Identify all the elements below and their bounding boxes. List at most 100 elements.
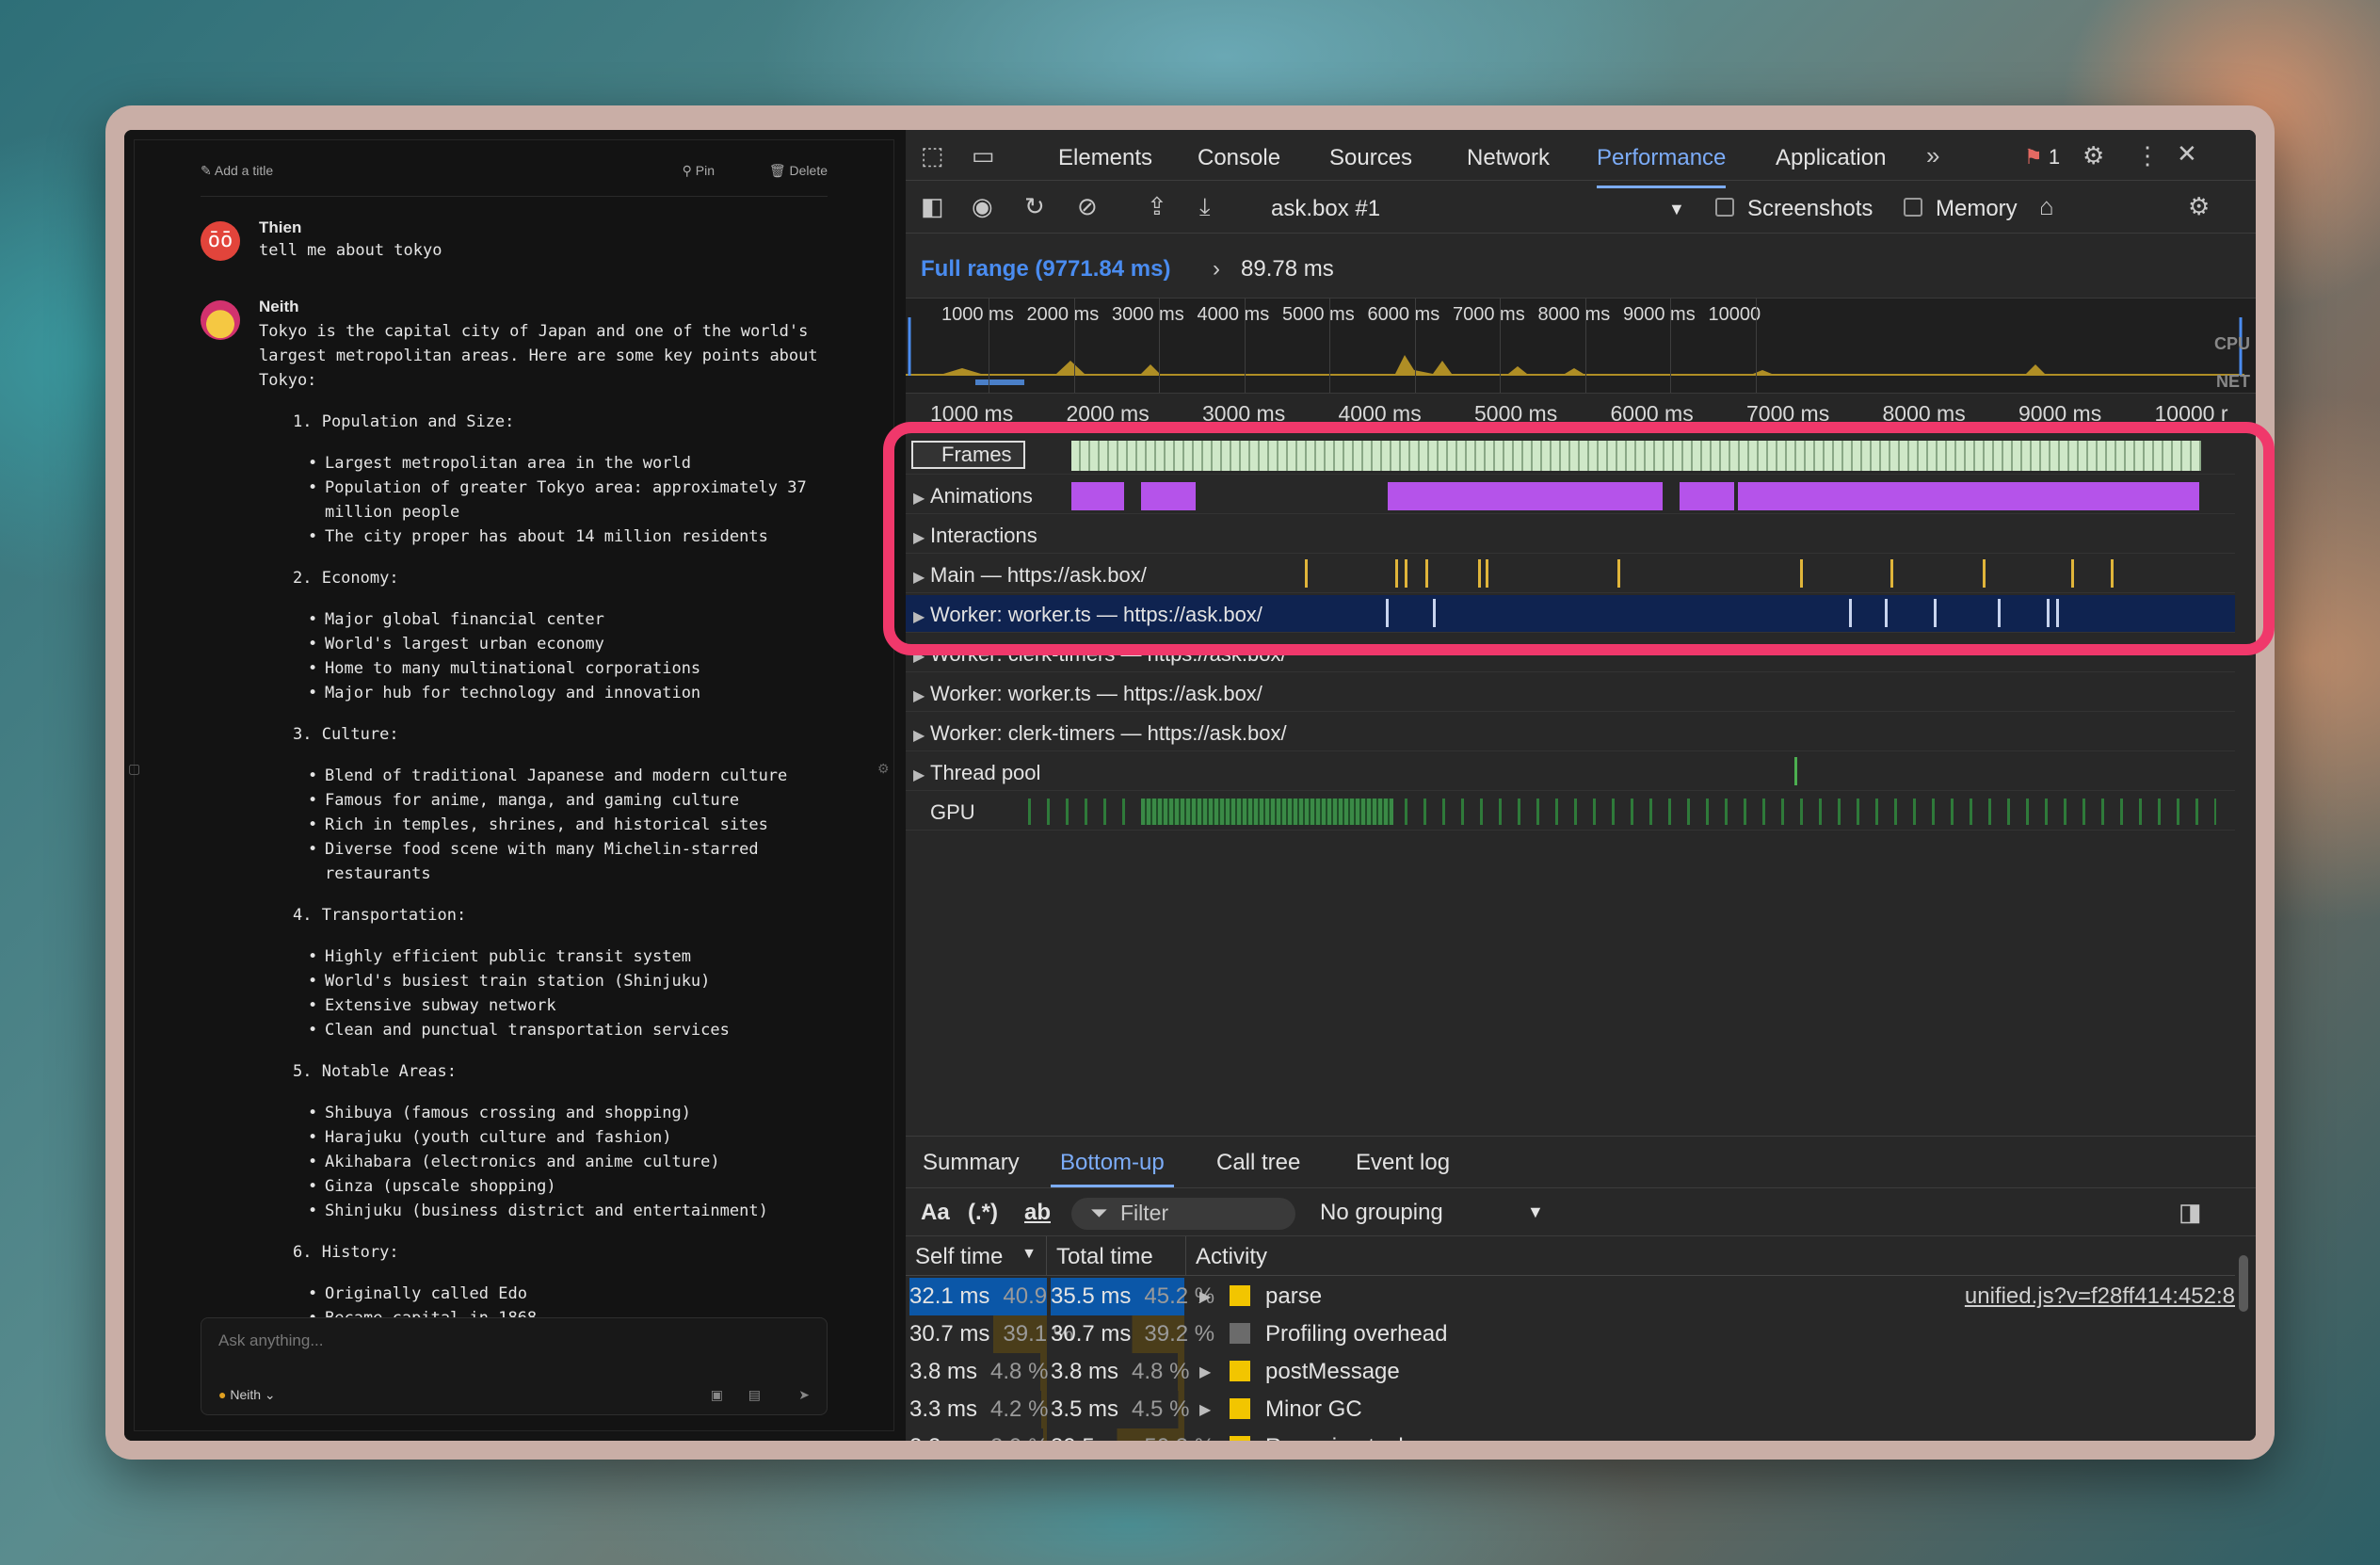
add-title-button[interactable]: ✎ Add a title: [201, 163, 273, 179]
table-row[interactable]: 2.2 ms 2.9 %39.5 ms 50.3 % Run microtasks: [906, 1428, 2235, 1441]
toggle-details-icon[interactable]: ◨: [2179, 1200, 2202, 1224]
clear-icon[interactable]: ⊘: [1077, 194, 1098, 218]
animation-bar[interactable]: [1071, 482, 1124, 510]
delete-button[interactable]: 🗑 Delete: [769, 163, 828, 179]
regex-button[interactable]: (.*): [968, 1200, 998, 1226]
kebab-menu-icon[interactable]: ⋮: [2135, 143, 2160, 168]
tab-performance[interactable]: Performance: [1597, 145, 1727, 188]
match-case-button[interactable]: Aa: [921, 1200, 950, 1226]
column-activity[interactable]: Activity: [1186, 1236, 2235, 1276]
track-row[interactable]: ▶ Thread pool: [906, 753, 2235, 791]
event-mark[interactable]: [1425, 559, 1428, 588]
send-icon[interactable]: ➤: [798, 1387, 810, 1403]
event-mark[interactable]: [2047, 599, 2050, 627]
event-mark[interactable]: [2111, 559, 2114, 588]
track-row[interactable]: ▶ Worker: worker.ts — https://ask.box/: [906, 674, 2235, 712]
whole-word-button[interactable]: ab: [1024, 1200, 1051, 1226]
memory-checkbox[interactable]: [1904, 198, 1922, 217]
screenshots-checkbox[interactable]: [1715, 198, 1734, 217]
expand-arrow-icon[interactable]: ▶: [913, 766, 930, 784]
animation-bar[interactable]: [1680, 482, 1734, 510]
track-row[interactable]: ▶ Animations: [906, 476, 2235, 514]
chat-input[interactable]: Ask anything... ● Neith ⌄ ▣ ▤ ➤: [201, 1317, 828, 1415]
event-mark[interactable]: [1305, 559, 1308, 588]
upload-icon[interactable]: ⇪: [1147, 194, 1167, 218]
inspect-element-icon[interactable]: ⬚: [921, 143, 944, 168]
device-toolbar-icon[interactable]: ▭: [972, 143, 995, 168]
tab-elements[interactable]: Elements: [1058, 145, 1152, 171]
pin-button[interactable]: ⚲ Pin: [683, 163, 715, 179]
recording-dropdown-icon[interactable]: ▼: [1668, 200, 1685, 219]
event-mark[interactable]: [1617, 559, 1620, 588]
event-mark[interactable]: [1885, 599, 1888, 627]
tab-call-tree[interactable]: Call tree: [1216, 1150, 1300, 1176]
tab-console[interactable]: Console: [1198, 145, 1280, 171]
event-mark[interactable]: [1386, 599, 1389, 627]
track-row[interactable]: ▶ Worker: worker.ts — https://ask.box/: [906, 595, 2235, 633]
close-devtools-icon[interactable]: ✕: [2177, 141, 2197, 166]
toggle-sidebar-icon[interactable]: ◧: [921, 194, 944, 218]
breadcrumb-selection[interactable]: 89.78 ms: [1241, 256, 1334, 282]
track-row[interactable]: GPU: [906, 793, 2235, 831]
expand-arrow-icon[interactable]: ▶: [913, 568, 930, 587]
issues-badge[interactable]: ⚑ 1: [2024, 145, 2060, 169]
track-row[interactable]: ▶ Main — https://ask.box/: [906, 556, 2235, 593]
event-mark[interactable]: [1890, 559, 1893, 588]
table-row[interactable]: 30.7 ms 39.1 % 30.7 ms 39.2 % Profiling over…: [906, 1315, 2235, 1353]
column-self-time[interactable]: Self time ▼: [906, 1236, 1047, 1276]
table-row[interactable]: 3.3 ms 4.2 % 3.5 ms 4.5 % ▶ Minor GC: [906, 1391, 2235, 1428]
event-mark[interactable]: [1794, 757, 1797, 785]
tab-sources[interactable]: Sources: [1329, 145, 1412, 171]
tab-application[interactable]: Application: [1776, 145, 1886, 171]
table-row[interactable]: 3.8 ms 4.8 % 3.8 ms 4.8 % ▶ postMessage: [906, 1353, 2235, 1391]
tab-network[interactable]: Network: [1467, 145, 1550, 171]
source-link[interactable]: unified.js?v=f28ff414:452:8: [1965, 1283, 2235, 1310]
expand-arrow-icon[interactable]: ▶: [913, 489, 930, 508]
event-mark[interactable]: [2056, 599, 2059, 627]
settings-gear-icon[interactable]: ⚙: [2082, 143, 2104, 168]
expand-row-icon[interactable]: ▶: [1199, 1363, 1211, 1381]
timeline-overview[interactable]: CPU NET 1000 ms 2000 ms 3000 ms 4000 ms 5000…: [906, 298, 2256, 394]
event-mark[interactable]: [1934, 599, 1937, 627]
expand-row-icon[interactable]: ▶: [1199, 1400, 1211, 1419]
event-mark[interactable]: [2071, 559, 2074, 588]
file-attach-icon[interactable]: ▤: [748, 1387, 761, 1403]
more-tabs-icon[interactable]: »: [1926, 143, 1939, 168]
event-mark[interactable]: [1395, 559, 1398, 588]
grouping-dropdown-icon[interactable]: ▼: [1527, 1202, 1544, 1222]
track-row[interactable]: Frames: [906, 437, 2235, 475]
event-mark[interactable]: [1486, 559, 1488, 588]
table-row[interactable]: 32.1 ms 40.9 % 35.5 ms 45.2 % ▶ parse unified.…: [906, 1278, 2235, 1315]
expand-arrow-icon[interactable]: ▶: [913, 726, 930, 745]
animation-bar[interactable]: [1388, 482, 1663, 510]
recording-select[interactable]: ask.box #1: [1271, 196, 1380, 222]
event-mark[interactable]: [1478, 559, 1481, 588]
table-scrollbar[interactable]: [2239, 1255, 2248, 1312]
record-icon[interactable]: ◉: [972, 194, 993, 218]
event-mark[interactable]: [1983, 559, 1986, 588]
expand-arrow-icon[interactable]: ▶: [913, 528, 930, 547]
event-mark[interactable]: [1849, 599, 1852, 627]
event-mark[interactable]: [1433, 599, 1436, 627]
track-row[interactable]: ▶ Interactions: [906, 516, 2235, 554]
expand-arrow-icon[interactable]: ▶: [913, 686, 930, 705]
animation-bar[interactable]: [1738, 482, 2199, 510]
grouping-select[interactable]: No grouping: [1320, 1200, 1443, 1226]
track-row[interactable]: ▶ Worker: clerk-timers — https://ask.box/: [906, 635, 2235, 672]
tab-bottom-up[interactable]: Bottom-up: [1051, 1150, 1174, 1187]
download-icon[interactable]: ⤓: [1199, 194, 1211, 218]
expand-arrow-icon[interactable]: ▶: [913, 607, 930, 626]
column-total-time[interactable]: Total time: [1047, 1236, 1186, 1276]
image-attach-icon[interactable]: ▣: [711, 1387, 723, 1403]
tab-event-log[interactable]: Event log: [1356, 1150, 1450, 1176]
model-selector[interactable]: ● Neith ⌄: [218, 1387, 276, 1403]
filter-input[interactable]: ⏷ Filter: [1071, 1198, 1295, 1230]
expand-arrow-icon[interactable]: ▶: [913, 647, 930, 666]
sidebar-toggle-icon[interactable]: ▢: [128, 761, 140, 777]
event-mark[interactable]: [1405, 559, 1407, 588]
breadcrumb-full-range[interactable]: Full range (9771.84 ms): [921, 256, 1170, 282]
settings-small-icon[interactable]: ⚙: [877, 761, 890, 777]
event-mark[interactable]: [1800, 559, 1803, 588]
tab-summary[interactable]: Summary: [923, 1150, 1020, 1176]
event-mark[interactable]: [1998, 599, 2001, 627]
